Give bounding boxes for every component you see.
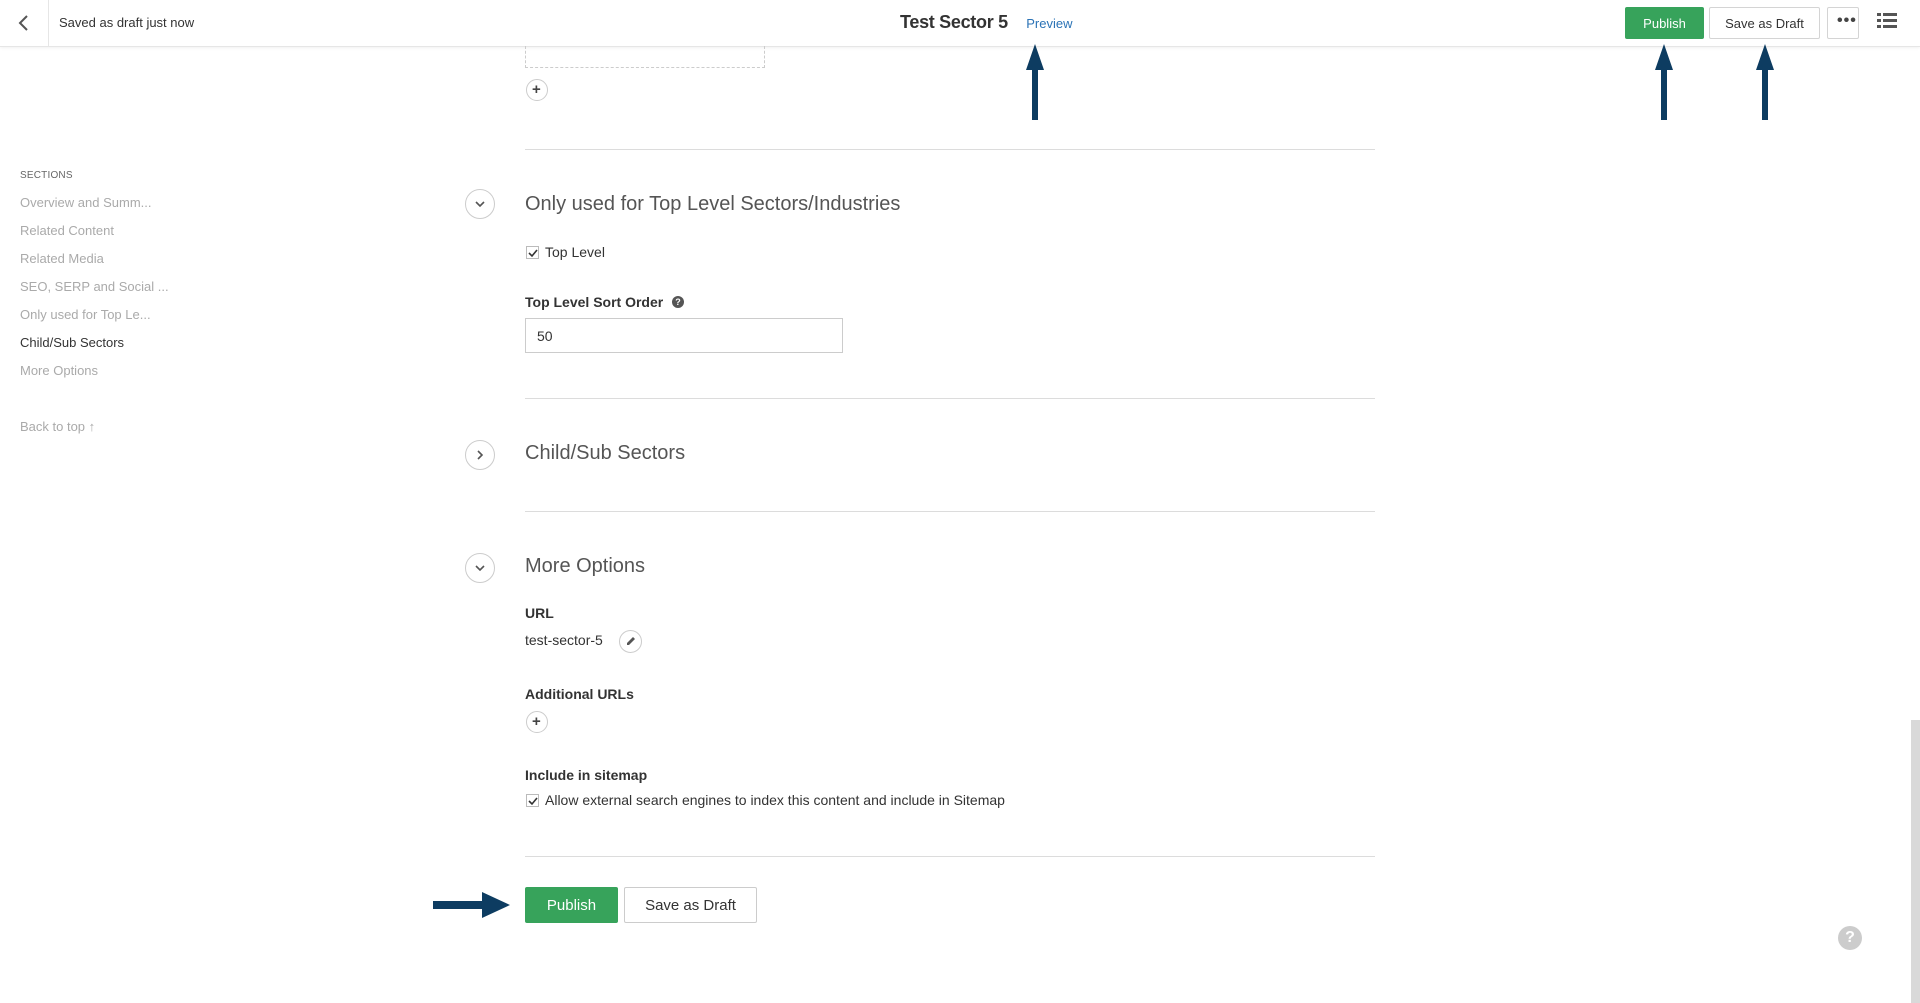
sitemap-checkbox[interactable] [526, 794, 539, 807]
chevron-left-icon [18, 15, 28, 31]
annotation-arrow-up-icon [1655, 44, 1673, 120]
sidebar-item-related-content[interactable]: Related Content [20, 223, 180, 251]
check-icon [528, 797, 538, 806]
preview-link[interactable]: Preview [1026, 16, 1072, 31]
list-view-button[interactable] [1877, 12, 1899, 34]
section-divider [525, 149, 1375, 150]
add-item-button[interactable]: + [526, 79, 548, 101]
scrollbar-thumb[interactable] [1911, 720, 1920, 1003]
url-value: test-sector-5 [525, 632, 603, 648]
sidebar-item-seo[interactable]: SEO, SERP and Social ... [20, 279, 180, 307]
page-title: Test Sector 5 [900, 12, 1008, 32]
question-circle-icon: ? [672, 296, 684, 308]
sort-order-label: Top Level Sort Order [525, 294, 664, 310]
additional-urls-label: Additional URLs [525, 686, 634, 702]
chevron-right-icon [477, 450, 484, 460]
top-bar: Saved as draft just now Test Sector 5 Pr… [0, 0, 1920, 47]
sidebar-item-child-sectors[interactable]: Child/Sub Sectors [20, 335, 180, 363]
section-divider [525, 511, 1375, 512]
draft-status: Saved as draft just now [59, 15, 195, 30]
sort-order-input[interactable] [525, 318, 843, 353]
section-divider [525, 398, 1375, 399]
top-level-label: Top Level [545, 244, 605, 260]
sidebar-heading: SECTIONS [20, 170, 73, 181]
sections-sidebar: SECTIONS Overview and Summ... Related Co… [20, 170, 180, 434]
expand-child-sectors-button[interactable] [465, 440, 495, 470]
annotation-arrow-up-icon [1756, 44, 1774, 120]
section-title-top-level: Only used for Top Level Sectors/Industri… [525, 193, 901, 215]
back-to-top-link[interactable]: Back to top ↑ [20, 419, 180, 434]
collapse-top-level-button[interactable] [465, 189, 495, 219]
plus-icon: + [532, 81, 541, 98]
chevron-down-icon [475, 201, 485, 208]
pencil-icon [627, 637, 635, 645]
help-icon[interactable]: ? [1838, 926, 1862, 950]
sidebar-item-overview[interactable]: Overview and Summ... [20, 195, 180, 223]
section-divider [525, 856, 1375, 857]
save-draft-button-top[interactable]: Save as Draft [1709, 7, 1820, 39]
url-label: URL [525, 605, 554, 621]
collapse-more-options-button[interactable] [465, 553, 495, 583]
previous-field-dropzone [525, 46, 765, 68]
sitemap-label: Include in sitemap [525, 767, 648, 783]
sidebar-item-related-media[interactable]: Related Media [20, 251, 180, 279]
ellipsis-icon: ••• [1837, 12, 1857, 29]
sidebar-item-top-level[interactable]: Only used for Top Le... [20, 307, 180, 335]
chevron-down-icon [475, 565, 485, 572]
check-icon [528, 249, 538, 258]
more-options-button[interactable]: ••• [1827, 7, 1859, 39]
section-title-child-sectors: Child/Sub Sectors [525, 442, 686, 464]
sitemap-checkbox-label: Allow external search engines to index t… [545, 792, 1005, 808]
sidebar-item-more-options[interactable]: More Options [20, 363, 180, 391]
publish-button-top[interactable]: Publish [1625, 7, 1704, 39]
title-area: Test Sector 5 Preview [900, 12, 1073, 33]
save-draft-button-bottom[interactable]: Save as Draft [624, 887, 757, 923]
add-url-button[interactable]: + [526, 711, 548, 733]
section-title-more-options: More Options [525, 555, 646, 577]
annotation-arrow-up-icon [1026, 44, 1044, 120]
back-button[interactable] [0, 0, 49, 46]
annotation-arrow-right-icon [433, 892, 510, 918]
edit-url-button[interactable] [619, 630, 642, 653]
publish-button-bottom[interactable]: Publish [525, 887, 618, 923]
list-icon [1877, 13, 1897, 28]
top-level-checkbox[interactable] [526, 246, 539, 259]
plus-icon: + [532, 713, 541, 730]
